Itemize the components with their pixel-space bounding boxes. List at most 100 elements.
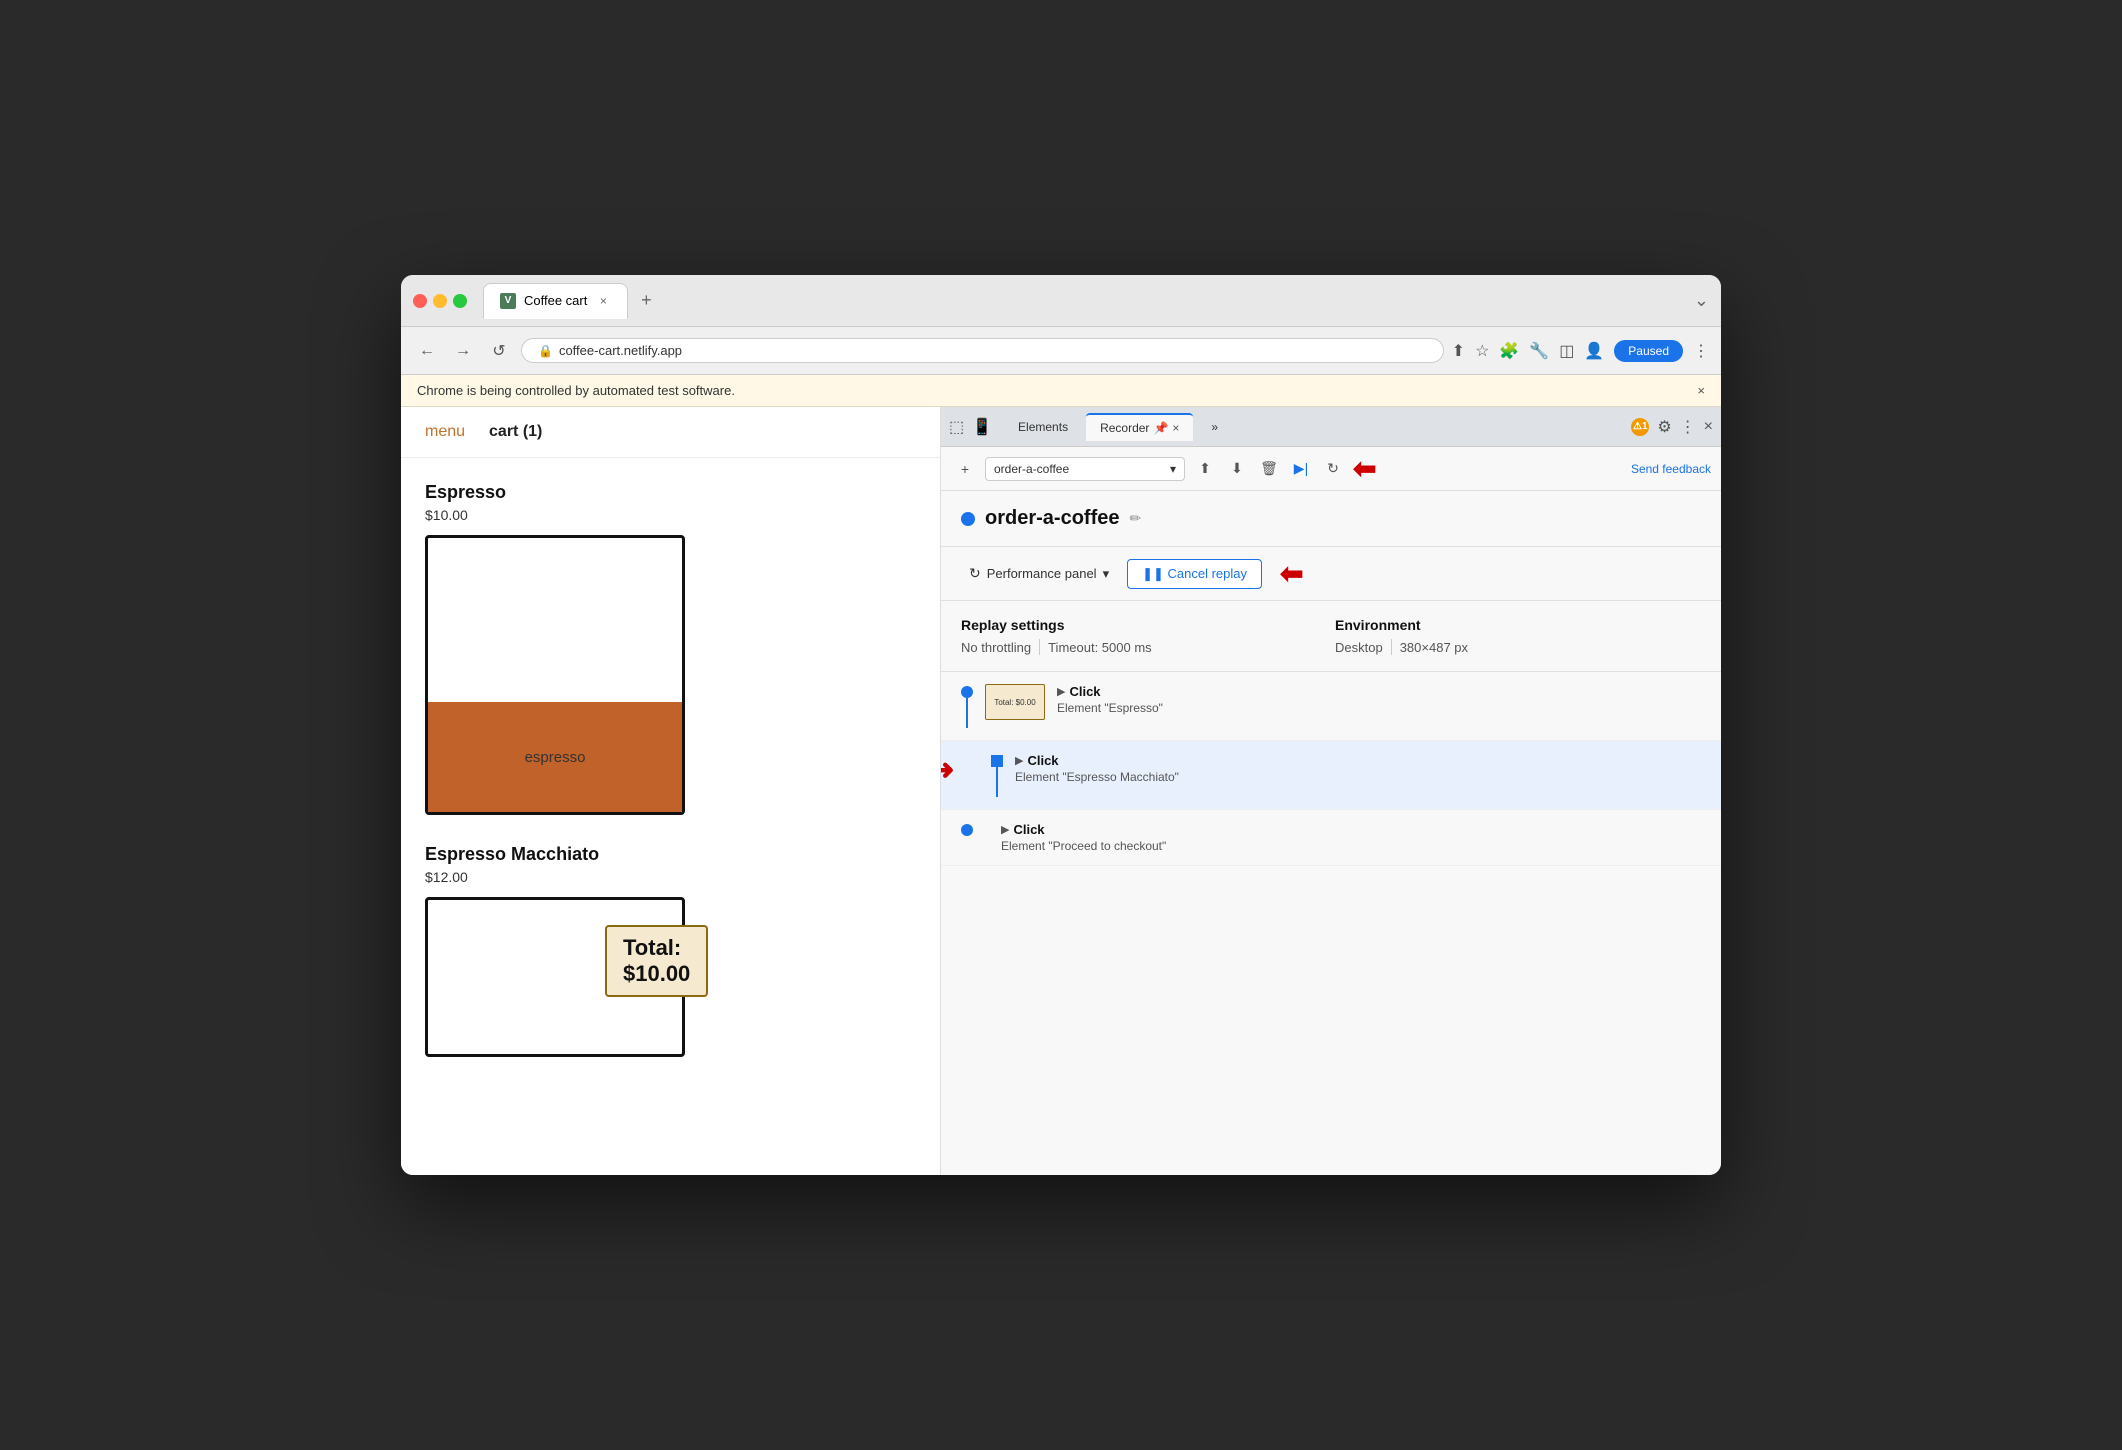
- address-input[interactable]: 🔒 coffee-cart.netlify.app: [521, 338, 1444, 363]
- performance-dropdown-icon: ▾: [1103, 566, 1110, 582]
- automation-text: Chrome is being controlled by automated …: [417, 383, 735, 398]
- performance-row: ↻ Performance panel ▾ ❚❚ Cancel replay ⬅: [941, 547, 1721, 601]
- coffee-items: Espresso $10.00 espresso Espresso Macchi…: [401, 458, 940, 1175]
- replay-settings-value: No throttling Timeout: 5000 ms: [961, 639, 1327, 655]
- dropdown-icon: ▾: [1170, 462, 1176, 476]
- performance-panel-icon: ↻: [969, 565, 981, 582]
- cancel-replay-label: ❚❚ Cancel replay: [1142, 566, 1247, 582]
- send-feedback-link[interactable]: Send feedback: [1631, 462, 1711, 476]
- element-selector-icon[interactable]: ⬚: [949, 417, 964, 437]
- repeat-button[interactable]: ↻: [1319, 455, 1347, 483]
- throttling-value: No throttling: [961, 640, 1031, 655]
- tab-recorder[interactable]: Recorder 📌 ×: [1086, 413, 1193, 441]
- paused-button[interactable]: Paused: [1614, 340, 1683, 362]
- expand-icon-2[interactable]: ▶: [1015, 754, 1023, 767]
- active-tab[interactable]: V Coffee cart ×: [483, 283, 628, 319]
- step-content-3: ▶ Click Element "Proceed to checkout": [1001, 822, 1701, 853]
- close-traffic-light[interactable]: [413, 294, 427, 308]
- step-line-2: [996, 767, 998, 797]
- cancel-replay-button[interactable]: ❚❚ Cancel replay: [1127, 559, 1262, 589]
- expand-icon-3[interactable]: ▶: [1001, 823, 1009, 836]
- tab-more[interactable]: »: [1197, 414, 1232, 440]
- performance-panel-button[interactable]: ↻ Performance panel ▾: [961, 561, 1117, 586]
- step-content-2: ▶ Click Element "Espresso Macchiato": [1015, 753, 1701, 784]
- devtools-icon[interactable]: 🔧: [1529, 341, 1549, 361]
- desktop-value: Desktop: [1335, 640, 1383, 655]
- cup-liquid-label: espresso: [525, 749, 586, 766]
- macchiato-name: Espresso Macchiato: [425, 844, 916, 865]
- coffee-nav: menu cart (1): [401, 407, 940, 458]
- step-item-espresso[interactable]: Total: $0.00 ▶ Click Element "Espresso": [941, 672, 1721, 741]
- new-tab-button[interactable]: +: [632, 287, 660, 315]
- step-item-macchiato[interactable]: ➜ ▶ Click Element "Espresso Macchiato": [941, 741, 1721, 810]
- share-icon[interactable]: ⬆: [1452, 341, 1465, 361]
- lock-icon: 🔒: [538, 344, 553, 358]
- espresso-cup[interactable]: espresso: [425, 535, 685, 815]
- replay-settings-group: Replay settings No throttling Timeout: 5…: [961, 617, 1327, 655]
- tab-elements[interactable]: Elements: [1004, 414, 1082, 440]
- tab-favicon: V: [500, 293, 516, 309]
- notification-icon: ⚠: [1633, 421, 1642, 432]
- recording-selector[interactable]: order-a-coffee ▾: [985, 457, 1185, 481]
- thumbnail-text-1: Total: $0.00: [994, 698, 1035, 707]
- close-devtools-icon[interactable]: ×: [1704, 418, 1713, 436]
- import-button[interactable]: ⬇: [1223, 455, 1251, 483]
- bookmark-icon[interactable]: ☆: [1475, 341, 1489, 361]
- expand-icon-1[interactable]: ▶: [1057, 685, 1065, 698]
- step-timeline-2: [991, 753, 1003, 797]
- step-dot-square-2: [991, 755, 1003, 767]
- extensions-icon[interactable]: 🧩: [1499, 341, 1519, 361]
- step-thumbnail-1: Total: $0.00: [985, 684, 1045, 720]
- step-action-3: Click: [1013, 822, 1044, 837]
- step-dot-1: [961, 686, 973, 698]
- tab-close-button[interactable]: ×: [595, 293, 611, 309]
- settings-icon[interactable]: ⚙: [1657, 417, 1671, 437]
- total-badge: Total: $10.00: [605, 925, 708, 997]
- address-bar: ← → ↺ 🔒 coffee-cart.netlify.app ⬆ ☆ 🧩 🔧 …: [401, 327, 1721, 375]
- export-button[interactable]: ⬆: [1191, 455, 1219, 483]
- profile-icon[interactable]: 👤: [1584, 341, 1604, 361]
- tab-title: Coffee cart: [524, 293, 587, 308]
- back-button[interactable]: ←: [413, 337, 441, 365]
- step-item-checkout[interactable]: ▶ Click Element "Proceed to checkout": [941, 810, 1721, 866]
- recording-dot: [961, 512, 975, 526]
- browser-window: V Coffee cart × + ⌄ ← → ↺ 🔒 coffee-cart.…: [401, 275, 1721, 1175]
- step-dot-3: [961, 824, 973, 836]
- step-content-1: ▶ Click Element "Espresso": [1057, 684, 1701, 715]
- devtools-panel: ⬚ 📱 Elements Recorder 📌 × » ⚠ 1 ⚙: [941, 407, 1721, 1175]
- split-view-icon[interactable]: ◫: [1559, 341, 1574, 361]
- step-element-2: Element "Espresso Macchiato": [1015, 770, 1701, 784]
- minimize-traffic-light[interactable]: [433, 294, 447, 308]
- banner-close-button[interactable]: ×: [1697, 383, 1705, 398]
- steps-list: Total: $0.00 ▶ Click Element "Espresso" …: [941, 672, 1721, 1175]
- reload-button[interactable]: ↺: [485, 337, 513, 365]
- step-element-3: Element "Proceed to checkout": [1001, 839, 1701, 853]
- step-element-1: Element "Espresso": [1057, 701, 1701, 715]
- more-options-icon[interactable]: ⋮: [1680, 417, 1696, 437]
- forward-button[interactable]: →: [449, 337, 477, 365]
- automation-banner: Chrome is being controlled by automated …: [401, 375, 1721, 407]
- devtools-tabs: ⬚ 📱 Elements Recorder 📌 × » ⚠ 1 ⚙: [941, 407, 1721, 447]
- cart-link[interactable]: cart (1): [489, 423, 542, 441]
- menu-link[interactable]: menu: [425, 423, 465, 441]
- espresso-price: $10.00: [425, 507, 916, 523]
- delete-button[interactable]: 🗑: [1255, 455, 1283, 483]
- main-content: menu cart (1) Espresso $10.00 espresso: [401, 407, 1721, 1175]
- recorder-close-icon[interactable]: ×: [1172, 421, 1179, 435]
- arrow-to-cancel: ⬅: [1280, 557, 1303, 590]
- timeout-value: Timeout: 5000 ms: [1048, 640, 1152, 655]
- macchiato-item: Espresso Macchiato $12.00 Total: $10.00: [425, 844, 916, 1062]
- fullscreen-traffic-light[interactable]: [453, 294, 467, 308]
- replay-button[interactable]: ▶|: [1287, 455, 1315, 483]
- step-timeline-1: [961, 684, 973, 728]
- url-text: coffee-cart.netlify.app: [559, 343, 682, 358]
- recorder-toolbar: + order-a-coffee ▾ ⬆ ⬇ 🗑 ▶| ↻ ⬅ Send fee…: [941, 447, 1721, 491]
- edit-title-icon[interactable]: ✏: [1129, 510, 1141, 527]
- more-options-icon[interactable]: ⋮: [1693, 341, 1709, 361]
- settings-divider: [1039, 639, 1040, 655]
- add-recording-button[interactable]: +: [951, 455, 979, 483]
- replay-settings-label: Replay settings: [961, 617, 1327, 633]
- espresso-item: Espresso $10.00 espresso: [425, 482, 916, 820]
- title-bar: V Coffee cart × + ⌄: [401, 275, 1721, 327]
- device-toolbar-icon[interactable]: 📱: [972, 417, 992, 437]
